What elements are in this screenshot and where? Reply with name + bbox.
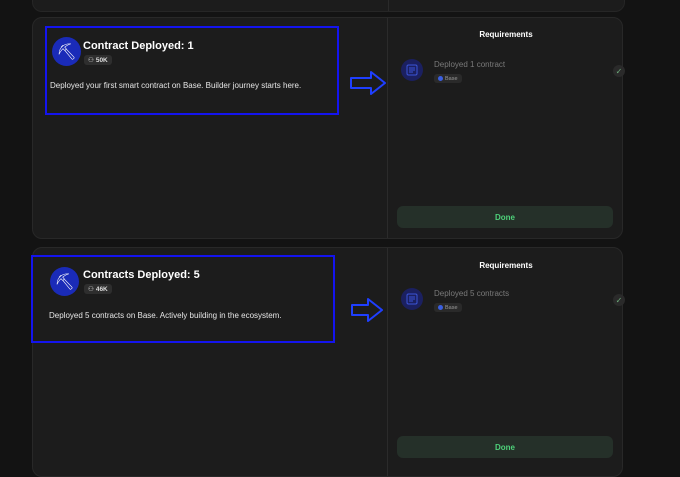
base-chain-icon: [438, 76, 443, 81]
chain-badge: Base: [434, 303, 462, 312]
done-button[interactable]: Done: [397, 206, 613, 228]
chain-label: Base: [445, 304, 458, 311]
achievement-description: Deployed 5 contracts on Base. Actively b…: [49, 311, 282, 320]
achievement-info-highlight: ⛏ Contract Deployed: 1 ⚇ 50K Deployed yo…: [45, 26, 339, 115]
pickaxe-icon: ⛏: [52, 37, 81, 66]
xp-icon: ⚇: [88, 286, 94, 293]
achievement-description: Deployed your first smart contract on Ba…: [50, 81, 302, 90]
requirement-text: Deployed 1 contract: [434, 60, 506, 69]
card-divider: [388, 0, 389, 11]
contract-icon: [401, 288, 423, 310]
check-icon: ✓: [613, 65, 625, 77]
arrow-right-icon: [350, 71, 386, 95]
achievement-title: Contract Deployed: 1: [83, 40, 194, 52]
achievement-info-highlight: ⛏ Contracts Deployed: 5 ⚇ 46K Deployed 5…: [31, 255, 335, 343]
arrow-right-icon: [351, 298, 383, 322]
contract-icon: [401, 59, 423, 81]
previous-achievement-card: [32, 0, 625, 12]
xp-value: 50K: [95, 56, 108, 64]
chain-label: Base: [445, 75, 458, 82]
requirement-text: Deployed 5 contracts: [434, 289, 510, 298]
done-button[interactable]: Done: [397, 436, 613, 458]
card-divider: [387, 248, 388, 476]
achievement-card-contracts-deployed-5: ⛏ Contracts Deployed: 5 ⚇ 46K Deployed 5…: [31, 247, 625, 477]
check-icon: ✓: [613, 294, 625, 306]
xp-badge: ⚇ 46K: [84, 284, 112, 294]
base-chain-icon: [438, 305, 443, 310]
pickaxe-icon: ⛏: [50, 267, 79, 296]
requirements-title: Requirements: [479, 30, 533, 39]
requirements-title: Requirements: [479, 261, 533, 270]
xp-badge: ⚇ 50K: [84, 55, 112, 65]
xp-icon: ⚇: [88, 57, 94, 64]
card-divider: [387, 18, 388, 238]
achievement-card-contract-deployed-1: ⛏ Contract Deployed: 1 ⚇ 50K Deployed yo…: [32, 17, 625, 239]
achievement-title: Contracts Deployed: 5: [83, 269, 200, 281]
xp-value: 46K: [95, 285, 108, 293]
chain-badge: Base: [434, 74, 462, 83]
